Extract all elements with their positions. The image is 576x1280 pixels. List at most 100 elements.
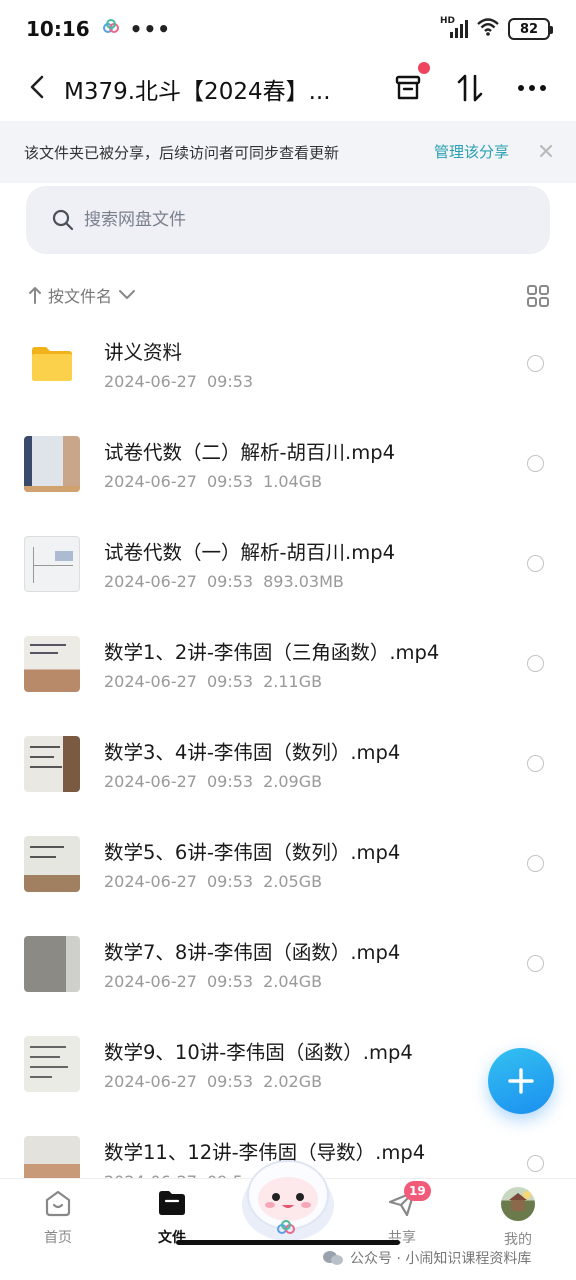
share-banner-text: 该文件夹已被分享，后续访问者可同步查看更新	[24, 143, 340, 162]
file-time: 09:53	[206, 872, 254, 891]
file-date: 2024-06-27	[104, 672, 197, 691]
archive-box-icon	[395, 75, 421, 100]
select-radio[interactable]	[527, 755, 544, 772]
file-row-video[interactable]: 试卷代数（二）解析-胡百川.mp4 2024-06-27 09:53 1.04GB	[0, 412, 576, 512]
sort-row: 按文件名	[28, 280, 550, 310]
file-row-folder[interactable]: 讲义资料 2024-06-27 09:53	[0, 312, 576, 412]
add-button[interactable]	[488, 1048, 554, 1114]
file-meta: 2024-06-27 09:53 1.04GB	[104, 472, 332, 491]
nav-home-label: 首页	[44, 1230, 72, 1246]
chevron-down-icon	[119, 290, 136, 299]
file-row-video[interactable]: 数学5、6讲-李伟固（数列）.mp4 2024-06-27 09:53 2.05GB	[0, 812, 576, 912]
folder-icon	[30, 344, 74, 382]
back-button[interactable]	[22, 70, 52, 104]
share-banner: 该文件夹已被分享，后续访问者可同步查看更新 管理该分享	[0, 121, 576, 183]
file-date: 2024-06-27	[104, 372, 197, 391]
status-time: 10:16	[26, 17, 90, 41]
nav-files[interactable]: 文件	[122, 1179, 222, 1259]
plus-icon	[508, 1068, 534, 1094]
mascot-button[interactable]	[234, 1149, 342, 1245]
nav-me-label: 我的	[504, 1232, 532, 1248]
grid-icon	[527, 285, 549, 307]
share-badge: 19	[404, 1181, 431, 1201]
file-row-video[interactable]: 数学1、2讲-李伟固（三角函数）.mp4 2024-06-27 09:53 2.11…	[0, 612, 576, 712]
search-bar[interactable]	[26, 186, 550, 254]
grid-view-toggle[interactable]	[526, 284, 550, 308]
nav-home[interactable]: 首页	[8, 1179, 108, 1259]
file-size: 2.04GB	[263, 972, 323, 991]
video-thumbnail	[24, 836, 80, 892]
file-row-video[interactable]: 数学3、4讲-李伟固（数列）.mp4 2024-06-27 09:53 2.09GB	[0, 712, 576, 812]
sort-by-name-button[interactable]: 按文件名	[48, 283, 112, 307]
home-indicator	[176, 1240, 400, 1245]
file-date: 2024-06-27	[104, 472, 197, 491]
wechat-icon	[323, 1251, 343, 1265]
close-banner-button[interactable]	[536, 137, 556, 165]
file-name: 试卷代数（一）解析-胡百川.mp4	[104, 541, 396, 564]
select-radio[interactable]	[527, 1155, 544, 1172]
file-row-video[interactable]: 试卷代数（一）解析-胡百川.mp4 2024-06-27 09:53 893.03M…	[0, 512, 576, 612]
file-meta: 2024-06-27 09:53 2.04GB	[104, 972, 332, 991]
file-time: 09:53	[206, 672, 254, 691]
file-meta: 2024-06-27 09:53 2.02GB	[104, 1072, 332, 1091]
more-options-button[interactable]	[512, 68, 552, 108]
select-radio[interactable]	[527, 955, 544, 972]
file-date: 2024-06-27	[104, 1072, 197, 1091]
top-header: M379.北斗【2024春】...	[0, 58, 576, 118]
video-thumbnail	[24, 1036, 80, 1092]
status-more-dots: •••	[129, 17, 172, 41]
file-name: 数学3、4讲-李伟固（数列）.mp4	[104, 741, 401, 764]
paper-plane-icon: 19	[386, 1181, 431, 1219]
watermark-text: 公众号 · 小闹知识课程资料库	[350, 1251, 532, 1267]
nav-share[interactable]: 19 共享	[352, 1179, 452, 1259]
notification-dot	[418, 62, 430, 74]
select-radio[interactable]	[527, 355, 544, 372]
video-thumbnail	[24, 436, 80, 492]
file-name: 数学5、6讲-李伟固（数列）.mp4	[104, 841, 401, 864]
hd-label: HD	[440, 16, 456, 26]
select-radio[interactable]	[527, 455, 544, 472]
file-size: 893.03MB	[263, 572, 344, 591]
file-meta: 2024-06-27 09:53 2.11GB	[104, 672, 332, 691]
file-size: 2.11GB	[263, 672, 323, 691]
file-size: 2.02GB	[263, 1072, 323, 1091]
home-icon	[42, 1187, 74, 1219]
battery-icon: 82	[508, 18, 553, 40]
file-meta: 2024-06-27 09:53	[104, 372, 263, 391]
search-icon	[52, 209, 74, 231]
page-title: M379.北斗【2024春】...	[64, 79, 331, 105]
video-thumbnail	[24, 636, 80, 692]
watermark: 公众号 · 小闹知识课程资料库	[322, 1248, 531, 1268]
archive-button[interactable]	[388, 62, 430, 108]
status-indicators: HD 82	[440, 16, 553, 41]
select-radio[interactable]	[527, 655, 544, 672]
transfer-button[interactable]	[450, 68, 490, 108]
file-time: 09:53	[206, 1072, 254, 1091]
close-icon	[540, 145, 552, 157]
file-size: 2.05GB	[263, 872, 323, 891]
cloud-app-icon	[102, 19, 120, 39]
select-radio[interactable]	[527, 555, 544, 572]
folder-icon	[156, 1187, 188, 1219]
file-name: 数学1、2讲-李伟固（三角函数）.mp4	[104, 641, 440, 664]
file-name: 数学9、10讲-李伟固（函数）.mp4	[104, 1041, 413, 1064]
status-bar: 10:16 ••• HD 82	[0, 0, 576, 58]
file-meta: 2024-06-27 09:53 893.03MB	[104, 572, 354, 591]
manage-share-link[interactable]: 管理该分享	[434, 141, 509, 162]
file-time: 09:53	[206, 972, 254, 991]
chevron-left-icon	[30, 75, 44, 99]
transfer-arrows-icon	[457, 74, 483, 102]
file-time: 09:53	[206, 772, 254, 791]
file-row-video[interactable]: 数学7、8讲-李伟固（函数）.mp4 2024-06-27 09:53 2.04GB	[0, 912, 576, 1012]
file-name: 数学7、8讲-李伟固（函数）.mp4	[104, 941, 401, 964]
file-size: 1.04GB	[263, 472, 323, 491]
signal-icon: HD	[440, 16, 468, 39]
file-date: 2024-06-27	[104, 972, 197, 991]
search-input[interactable]	[84, 210, 484, 230]
file-time: 09:53	[206, 372, 254, 391]
select-radio[interactable]	[527, 855, 544, 872]
file-meta: 2024-06-27 09:53 2.09GB	[104, 772, 332, 791]
file-date: 2024-06-27	[104, 572, 197, 591]
file-row-video[interactable]: 数学9、10讲-李伟固（函数）.mp4 2024-06-27 09:53 2.02G…	[0, 1012, 576, 1112]
nav-me[interactable]: 我的	[468, 1179, 568, 1259]
